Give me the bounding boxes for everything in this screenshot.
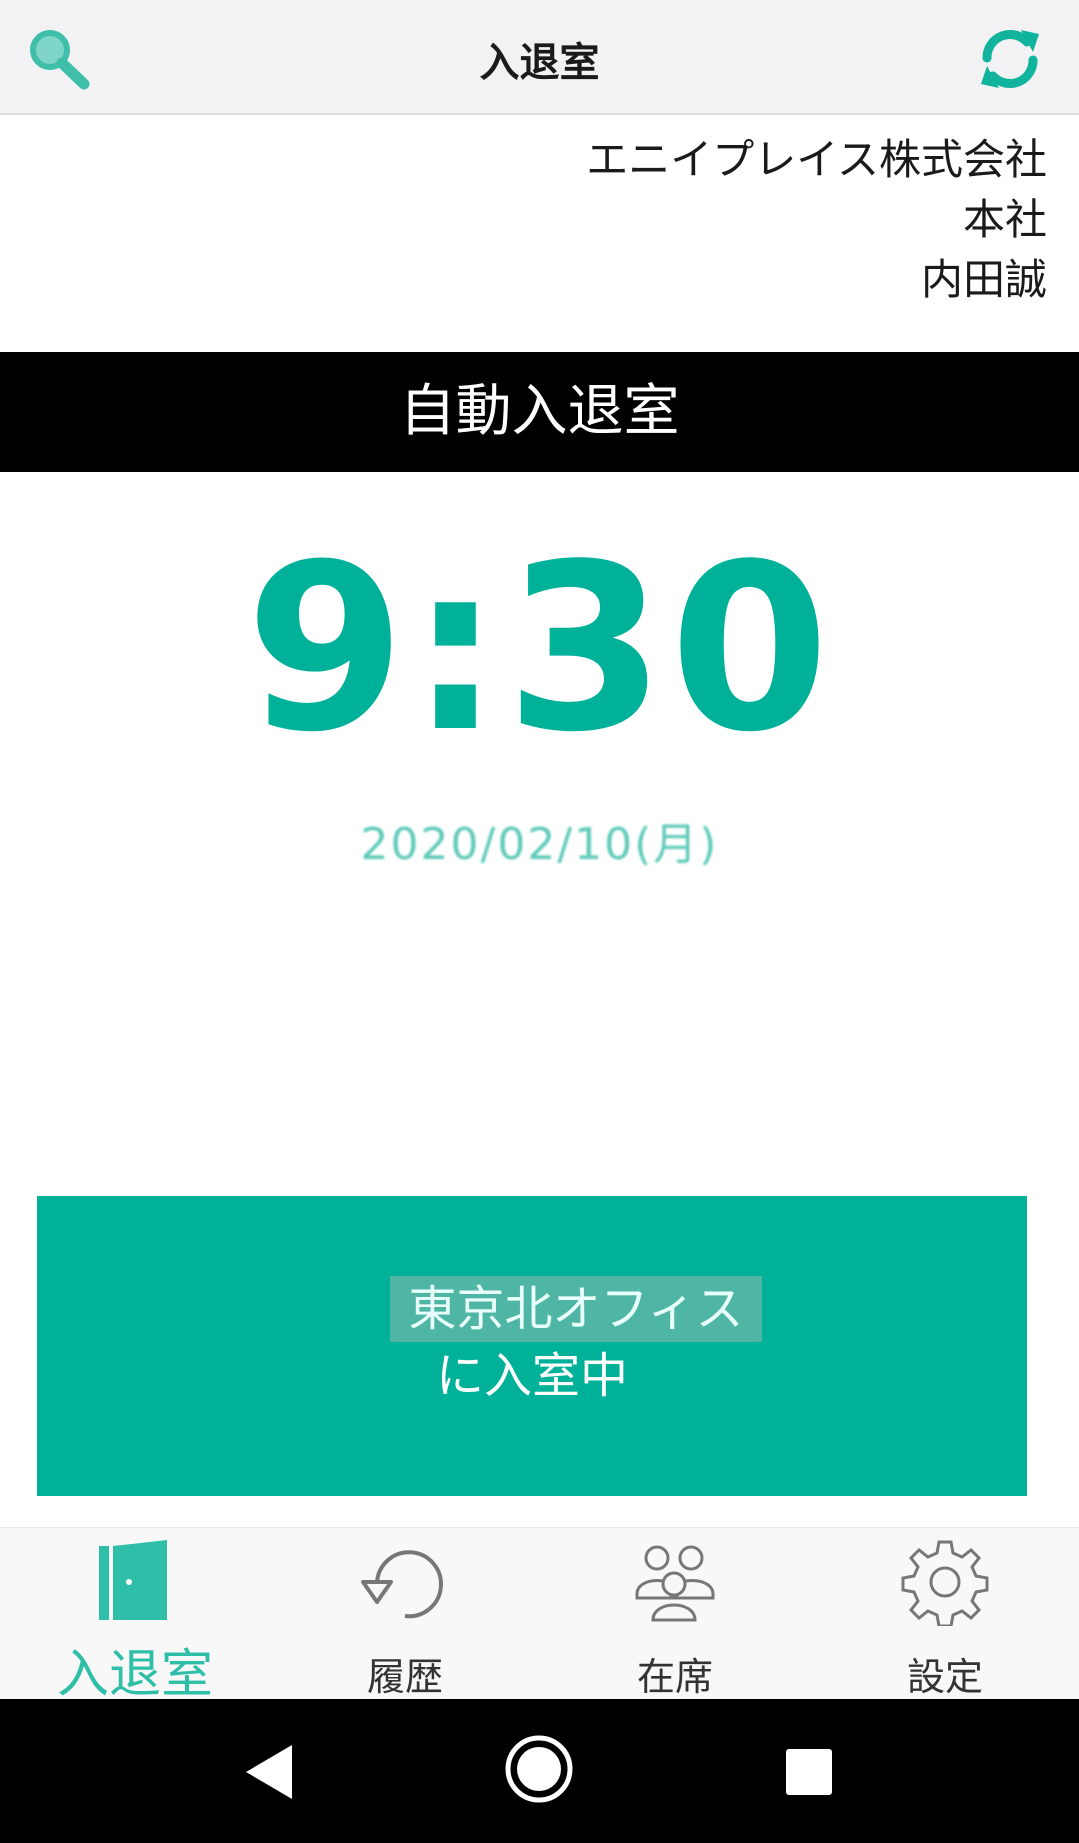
company-name: エニイプレイス株式会社 bbox=[586, 135, 1047, 184]
system-nav-bar bbox=[0, 1699, 1079, 1843]
refresh-icon[interactable] bbox=[975, 24, 1045, 94]
tab-history[interactable]: 履歴 bbox=[270, 1528, 540, 1700]
app-header: 入退室 bbox=[0, 0, 1079, 115]
office-name: 東京北オフィス bbox=[390, 1276, 762, 1342]
gear-icon bbox=[901, 1540, 989, 1626]
bottom-tab-bar: 入退室 履歴 在席 設定 bbox=[0, 1527, 1079, 1705]
recents-icon[interactable] bbox=[774, 1737, 844, 1807]
history-icon bbox=[361, 1550, 443, 1619]
current-date: 2020/02/10(月) bbox=[360, 819, 719, 870]
tab-label: 在席 bbox=[636, 1655, 713, 1699]
current-time: 9:30 bbox=[245, 516, 834, 783]
user-info: エニイプレイス株式会社 本社 内田誠 bbox=[586, 130, 1047, 310]
mode-label: 自動入退室 bbox=[399, 379, 680, 444]
back-icon[interactable] bbox=[234, 1737, 304, 1807]
branch-name: 本社 bbox=[962, 195, 1047, 244]
people-icon bbox=[635, 1545, 715, 1622]
status-text: に入室中 bbox=[435, 1348, 628, 1404]
room-status-panel: 東京北オフィス に入室中 bbox=[37, 1196, 1027, 1496]
mode-banner: 自動入退室 bbox=[0, 352, 1079, 472]
home-icon[interactable] bbox=[503, 1733, 575, 1805]
door-icon bbox=[99, 1540, 167, 1620]
tab-presence[interactable]: 在席 bbox=[540, 1528, 810, 1700]
tab-settings[interactable]: 設定 bbox=[810, 1528, 1079, 1700]
tab-entry-exit[interactable]: 入退室 bbox=[0, 1528, 270, 1705]
page-title: 入退室 bbox=[479, 40, 600, 86]
user-name: 内田誠 bbox=[920, 255, 1047, 304]
tab-label: 履歴 bbox=[366, 1655, 443, 1699]
tab-label: 入退室 bbox=[56, 1645, 213, 1705]
tab-label: 設定 bbox=[906, 1655, 983, 1699]
